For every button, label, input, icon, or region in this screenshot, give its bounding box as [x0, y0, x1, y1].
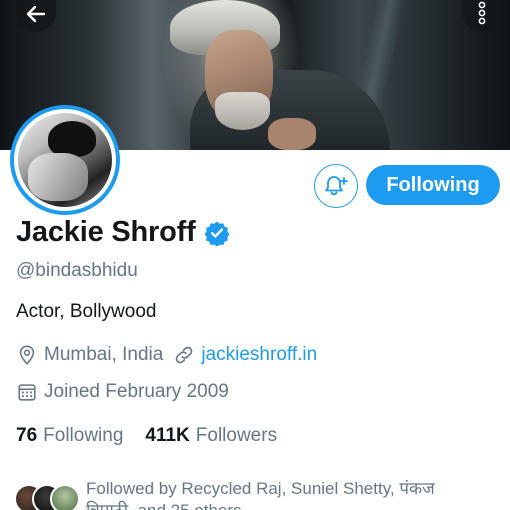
profile-website-link[interactable]: jackieshroff.in	[201, 344, 317, 366]
profile-handle: @bindasbhidu	[16, 260, 138, 281]
banner-figure-hand	[268, 118, 316, 150]
verified-badge-icon	[203, 221, 230, 246]
profile-avatar[interactable]	[10, 105, 120, 215]
location-pin-icon	[19, 345, 35, 365]
mini-avatar	[50, 484, 80, 510]
profile-joined-row: Joined February 2009	[16, 381, 229, 403]
arrow-left-icon	[26, 5, 46, 23]
bell-plus-icon	[325, 176, 348, 196]
link-icon	[176, 346, 193, 364]
profile-joined-date: Joined February 2009	[44, 381, 229, 402]
avatar-image	[18, 113, 112, 207]
profile-meta-row: Mumbai, India jackieshroff.in	[16, 344, 317, 366]
follow-stats: 76 Following 411K Followers	[16, 425, 299, 447]
notifications-toggle-button[interactable]	[314, 164, 358, 208]
following-count: 76	[16, 425, 38, 446]
following-button[interactable]: Following	[366, 165, 500, 205]
name-row: Jackie Shroff	[16, 216, 230, 249]
followers-count: 411K	[145, 425, 190, 446]
followers-label: Followers	[195, 425, 278, 446]
more-vertical-icon	[478, 1, 486, 25]
banner-figure-beard	[215, 92, 270, 130]
avatar-cap-shape	[48, 121, 96, 157]
following-stat[interactable]: 76 Following	[16, 425, 123, 447]
followed-by-section[interactable]: Followed by Recycled Raj, Suniel Shetty,…	[14, 478, 481, 510]
profile-name: Jackie Shroff	[16, 216, 196, 248]
profile-location: Mumbai, India	[44, 344, 164, 365]
followers-stat[interactable]: 411K Followers	[145, 425, 277, 447]
profile-bio: Actor, Bollywood	[16, 301, 157, 322]
following-label: Following	[43, 425, 124, 446]
followed-by-avatars	[14, 478, 80, 510]
avatar-face-shape	[28, 153, 88, 201]
followed-by-text: Followed by Recycled Raj, Suniel Shetty,…	[86, 479, 435, 510]
calendar-icon	[18, 384, 36, 401]
